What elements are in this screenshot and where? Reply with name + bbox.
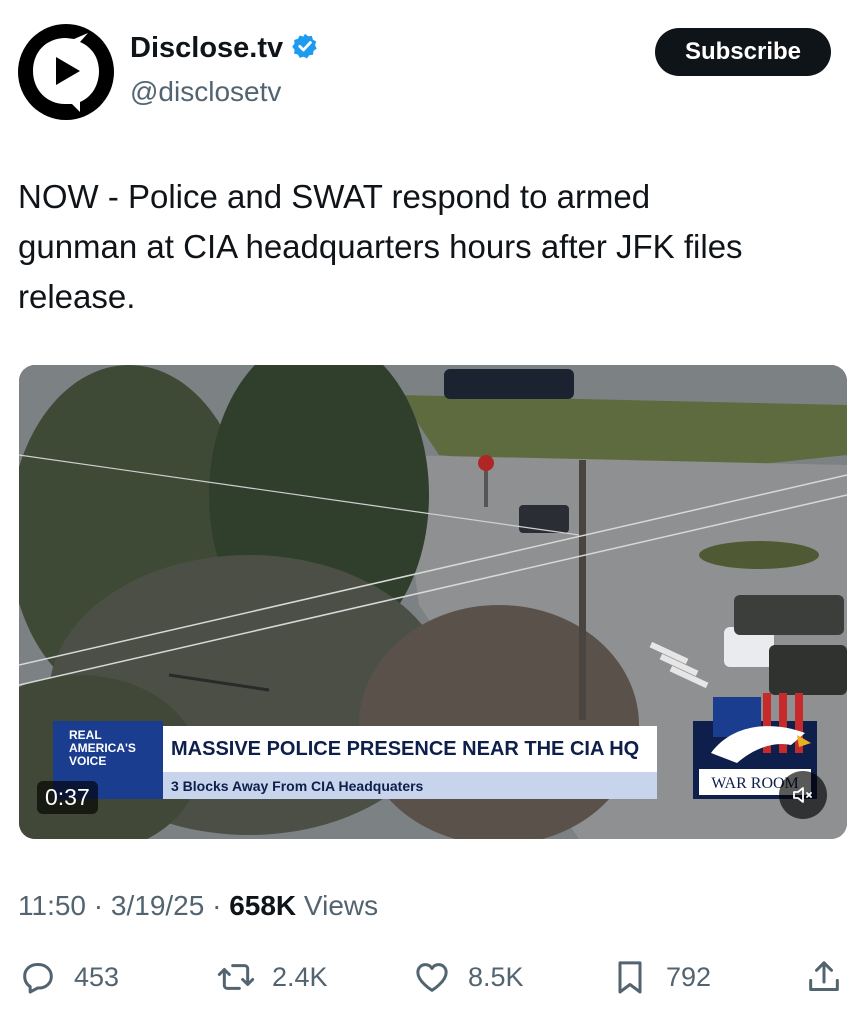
tweet-meta: 11:50 · 3/19/25 · 658K Views: [18, 890, 378, 922]
repost-button[interactable]: 2.4K: [216, 955, 328, 999]
video-duration: 0:37: [37, 781, 98, 814]
author-name-row[interactable]: Disclose.tv: [130, 32, 319, 65]
display-name[interactable]: Disclose.tv: [130, 32, 283, 65]
reply-button[interactable]: 453: [18, 955, 119, 999]
views-label: Views: [303, 890, 379, 921]
chyron-subhead: 3 Blocks Away From CIA Headquaters: [163, 772, 657, 799]
avatar[interactable]: [18, 24, 114, 120]
bookmark-icon: [618, 961, 642, 994]
mute-button[interactable]: [779, 771, 827, 819]
repost-icon: [217, 964, 255, 990]
share-icon: [809, 961, 839, 991]
reply-count: 453: [74, 961, 120, 992]
news-chyron: REAL AMERICA'S VOICE ★ MASSIVE POLICE PR…: [53, 693, 817, 799]
repost-count: 2.4K: [272, 961, 328, 992]
star-icon: ★: [141, 776, 156, 793]
play-logo-icon: [33, 33, 99, 112]
chyron-headline: MASSIVE POLICE PRESENCE NEAR THE CIA HQ: [163, 726, 657, 772]
like-count: 8.5K: [468, 961, 524, 992]
tweet-text: NOW - Police and SWAT respond to armed g…: [18, 178, 743, 315]
like-button[interactable]: 8.5K: [412, 955, 524, 999]
tweet-date[interactable]: 3/19/25: [111, 890, 204, 921]
video-player[interactable]: REAL AMERICA'S VOICE ★ MASSIVE POLICE PR…: [19, 365, 847, 839]
bookmark-button[interactable]: 792: [610, 955, 711, 999]
logo-line: VOICE: [69, 754, 107, 768]
share-button[interactable]: [804, 955, 844, 999]
tweet-time[interactable]: 11:50: [18, 890, 86, 921]
meta-separator: ·: [212, 890, 230, 921]
reply-icon: [23, 963, 53, 994]
verified-badge-icon: [291, 32, 319, 65]
action-bar: 453 2.4K 8.5K 792: [18, 955, 848, 999]
views-count: 658K: [229, 890, 297, 921]
like-icon: [416, 963, 448, 992]
mute-icon: [793, 787, 812, 803]
subscribe-button[interactable]: Subscribe: [655, 28, 831, 76]
handle[interactable]: @disclosetv: [130, 76, 281, 108]
meta-separator: ·: [93, 890, 111, 921]
bookmark-count: 792: [666, 961, 712, 992]
